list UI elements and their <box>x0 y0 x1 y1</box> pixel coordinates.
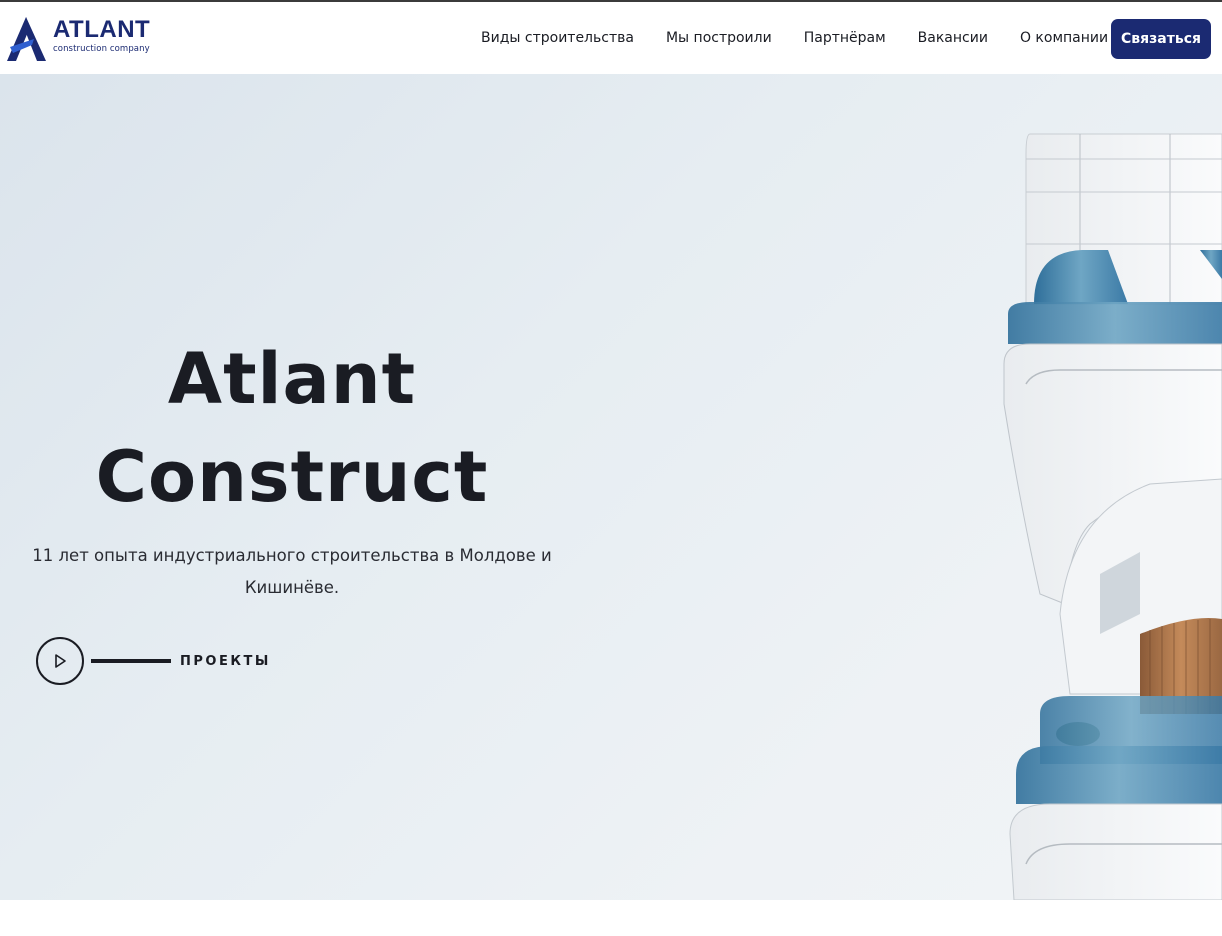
hero-title-line2: Construct <box>95 436 489 518</box>
projects-label[interactable]: ПРОЕКТЫ <box>180 654 271 669</box>
brand-name: ATLANT <box>53 16 151 43</box>
brand-logo[interactable]: ATLANT construction company <box>6 14 156 64</box>
atlant-a-logo-icon <box>7 17 46 61</box>
brand-tagline: construction company <box>53 44 150 54</box>
hero-building-image <box>1003 133 1222 900</box>
contact-button[interactable]: Связаться <box>1111 19 1211 59</box>
brand-wordmark: ATLANT construction company <box>53 18 150 55</box>
site-header: ATLANT construction company Виды строите… <box>0 2 1222 74</box>
nav-item-about-company[interactable]: О компании <box>1004 30 1124 46</box>
projects-link-line <box>91 659 171 663</box>
nav-item-construction-types[interactable]: Виды строительства <box>465 30 650 46</box>
hero-section: Atlant Construct 11 лет опыта индустриал… <box>0 74 1222 900</box>
play-icon <box>55 654 66 668</box>
hero-subtitle: 11 лет опыта индустриального строительст… <box>32 546 552 597</box>
main-navigation: Виды строительства Мы построили Партнёра… <box>465 2 1124 74</box>
hero-title-line1: Atlant <box>167 338 417 420</box>
nav-item-partners[interactable]: Партнёрам <box>788 30 902 46</box>
projects-link[interactable]: ПРОЕКТЫ <box>36 637 271 685</box>
play-button[interactable] <box>36 637 84 685</box>
nav-item-built-projects[interactable]: Мы построили <box>650 30 788 46</box>
nav-item-vacancies[interactable]: Вакансии <box>902 30 1004 46</box>
page-bottom-area <box>0 900 1222 936</box>
